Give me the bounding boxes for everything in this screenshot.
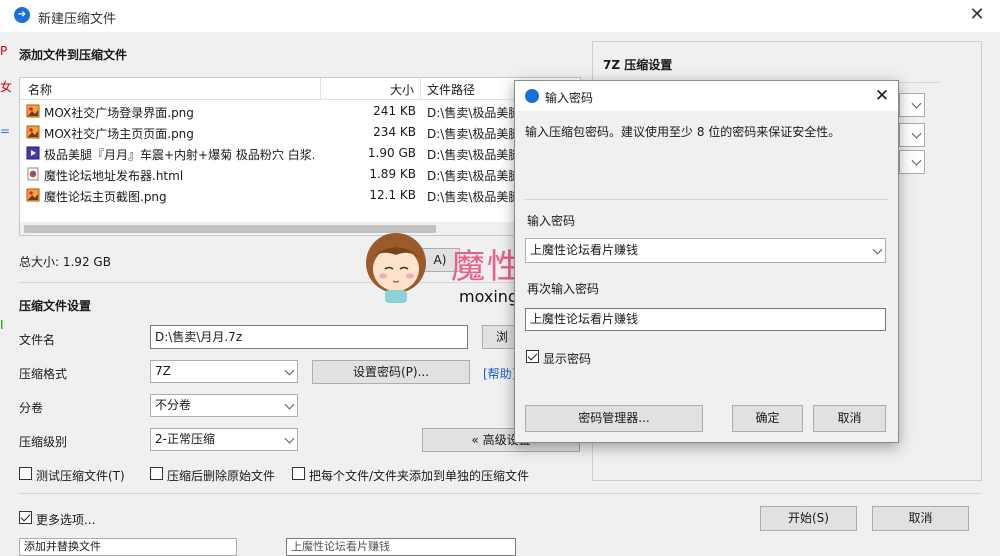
password-input[interactable]: 上魔性论坛看片赚钱: [525, 238, 886, 263]
password-dialog-title-bar: 输入密码 ✕: [515, 81, 898, 111]
html-icon: [27, 167, 39, 181]
divider: [525, 199, 889, 200]
chevron-down-icon: [284, 365, 295, 376]
more-options-label[interactable]: 更多选项...: [36, 511, 95, 528]
password-dialog-title: 输入密码: [545, 91, 594, 105]
divider: [19, 282, 581, 283]
file-name: MOX社交广场主页页面.png: [44, 127, 194, 141]
set-password-button[interactable]: 设置密码(P)...: [312, 360, 470, 384]
test-archive-checkbox[interactable]: [19, 467, 32, 480]
add-files-heading: 添加文件到压缩文件: [19, 48, 128, 62]
column-name[interactable]: 名称: [28, 81, 52, 98]
more-options-checkbox[interactable]: [19, 511, 32, 524]
column-size[interactable]: 大小: [390, 81, 414, 98]
help-link[interactable]: [帮助]: [483, 365, 516, 382]
file-name: 魔性论坛主页截图.png: [44, 190, 167, 204]
level-value: 2-正常压缩: [155, 432, 215, 446]
password-dialog: 输入密码 ✕ 输入压缩包密码。建议使用至少 8 位的密码来保证安全性。 输入密码…: [514, 80, 899, 443]
file-row[interactable]: 魔性论坛地址发布器.html 1.89 KB D:\售卖\极品美腿: [20, 164, 580, 185]
file-size: 1.90 GB: [367, 146, 416, 160]
window-title: 新建压缩文件: [38, 12, 117, 27]
column-path[interactable]: 文件路径: [427, 81, 475, 98]
7z-option-select[interactable]: [899, 123, 925, 147]
delete-original-label[interactable]: 压缩后删除原始文件: [167, 467, 275, 484]
chevron-down-icon: [911, 98, 922, 109]
start-button[interactable]: 开始(S): [760, 506, 857, 531]
7z-option-select[interactable]: [899, 150, 925, 174]
column-divider[interactable]: [420, 78, 421, 100]
level-label: 压缩级别: [19, 435, 68, 449]
background-fragment: 女: [0, 80, 13, 94]
file-row[interactable]: 极品美腿『月月』车震+内射+爆菊 极品粉穴 白浆... 1.90 GB D:\售…: [20, 143, 580, 164]
password-label: 输入密码: [527, 214, 576, 228]
file-list[interactable]: 名称 大小 文件路径 MOX社交广场登录界面.png 241 KB D:\售卖\…: [19, 77, 581, 236]
filename-label: 文件名: [19, 333, 56, 347]
file-size: 234 KB: [373, 125, 416, 139]
file-name: MOX社交广场登录界面.png: [44, 106, 194, 120]
password-manager-button[interactable]: 密码管理器...: [525, 405, 703, 432]
split-label: 分卷: [19, 401, 44, 415]
image-icon: [26, 104, 40, 118]
chevron-down-icon: [284, 399, 295, 410]
chevron-down-icon: [911, 155, 922, 166]
horizontal-scrollbar[interactable]: [20, 222, 580, 235]
show-password-label[interactable]: 显示密码: [543, 350, 591, 367]
cancel-button[interactable]: 取消: [872, 506, 969, 531]
show-password-checkbox[interactable]: [526, 350, 539, 363]
background-fragment: P: [0, 44, 8, 58]
password-preview: 上魔性论坛看片赚钱: [286, 538, 516, 556]
reenter-password-input[interactable]: 上魔性论坛看片赚钱: [525, 308, 886, 331]
update-mode-value: 添加并替换文件: [24, 540, 101, 553]
file-row[interactable]: 魔性论坛主页截图.png 12.1 KB D:\售卖\极品美腿: [20, 185, 580, 206]
format-label: 压缩格式: [19, 367, 68, 381]
separate-archives-checkbox[interactable]: [292, 467, 305, 480]
close-icon[interactable]: ✕: [962, 2, 992, 28]
file-size: 241 KB: [373, 104, 416, 118]
level-select[interactable]: 2-正常压缩: [150, 428, 298, 451]
background-fragment: I: [0, 318, 4, 332]
test-archive-label[interactable]: 测试压缩文件(T): [36, 467, 125, 484]
compress-settings-heading: 压缩文件设置: [19, 299, 92, 313]
format-select[interactable]: 7Z: [150, 360, 298, 383]
file-name: 魔性论坛地址发布器.html: [44, 169, 184, 183]
file-size: 12.1 KB: [369, 188, 416, 202]
divider: [19, 493, 981, 494]
file-row[interactable]: MOX社交广场登录界面.png 241 KB D:\售卖\极品美腿: [20, 101, 580, 122]
column-divider[interactable]: [320, 78, 321, 100]
total-size: 总大小: 1.92 GB: [19, 255, 111, 269]
app-logo-icon: ➜: [14, 7, 30, 23]
format-value: 7Z: [155, 364, 171, 378]
close-icon[interactable]: ✕: [871, 85, 893, 107]
password-value: 上魔性论坛看片赚钱: [530, 243, 639, 257]
create-archive-window: ➜ 新建压缩文件 ✕ P 女 = I 添加文件到压缩文件 名称 大小 文件路径 …: [0, 0, 1000, 556]
background-fragment: =: [0, 124, 11, 138]
file-row[interactable]: MOX社交广场主页页面.png 234 KB D:\售卖\极品美腿: [20, 122, 580, 143]
update-mode-select[interactable]: 添加并替换文件: [19, 538, 237, 556]
reenter-password-label: 再次输入密码: [527, 282, 600, 296]
7z-option-select[interactable]: [899, 93, 925, 117]
file-size: 1.89 KB: [369, 167, 416, 181]
7z-settings-heading: 7Z 压缩设置: [603, 58, 673, 72]
password-description: 输入压缩包密码。建议使用至少 8 位的密码来保证安全性。: [525, 125, 841, 139]
file-list-header: 名称 大小 文件路径: [20, 78, 580, 100]
file-name: 极品美腿『月月』车震+内射+爆菊 极品粉穴 白浆...: [44, 148, 314, 162]
image-icon: [26, 125, 40, 139]
video-icon: [26, 146, 40, 160]
separate-archives-label[interactable]: 把每个文件/文件夹添加到单独的压缩文件: [309, 467, 529, 484]
delete-original-checkbox[interactable]: [150, 467, 163, 480]
ok-button[interactable]: 确定: [732, 405, 803, 432]
add-files-button[interactable]: A): [420, 248, 460, 272]
app-logo-icon: [525, 89, 539, 103]
chevron-down-icon: [284, 433, 295, 444]
chevron-down-icon: [911, 128, 922, 139]
image-icon: [26, 188, 40, 202]
dialog-cancel-button[interactable]: 取消: [813, 405, 886, 432]
split-value: 不分卷: [155, 398, 192, 412]
filename-input[interactable]: D:\售卖\月月.7z: [150, 325, 468, 349]
split-select[interactable]: 不分卷: [150, 394, 298, 417]
title-bar: ➜ 新建压缩文件 ✕: [0, 0, 1000, 32]
chevron-down-icon[interactable]: [872, 244, 883, 255]
scrollbar-thumb[interactable]: [24, 225, 436, 233]
